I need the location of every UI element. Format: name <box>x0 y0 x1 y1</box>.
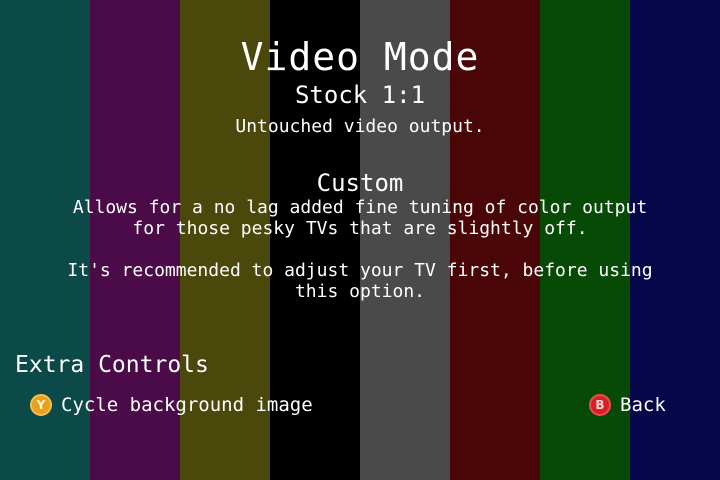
mode-custom-description-line: for those pesky TVs that are slightly of… <box>132 218 588 239</box>
extra-controls-heading: Extra Controls <box>15 352 209 378</box>
mode-custom-description-line: It's recommended to adjust your TV first… <box>67 260 653 281</box>
mode-custom-description-line: Allows for a no lag added fine tuning of… <box>72 197 648 218</box>
page-title: Video Mode <box>240 35 480 79</box>
mode-stock-heading[interactable]: Stock 1:1 <box>0 80 720 110</box>
back-control[interactable]: B Back <box>589 392 666 418</box>
video-mode-screen: Video Mode Stock 1:1 Untouched video out… <box>0 0 720 480</box>
b-button-icon: B <box>589 394 611 416</box>
cycle-background-control[interactable]: Y Cycle background image <box>30 392 313 418</box>
y-button-icon: Y <box>30 394 52 416</box>
back-label: Back <box>620 394 666 416</box>
cycle-background-label: Cycle background image <box>61 394 313 416</box>
mode-custom-heading[interactable]: Custom <box>0 168 720 198</box>
mode-custom-description-line: this option. <box>294 281 426 302</box>
mode-stock-description: Untouched video output. <box>235 116 485 137</box>
